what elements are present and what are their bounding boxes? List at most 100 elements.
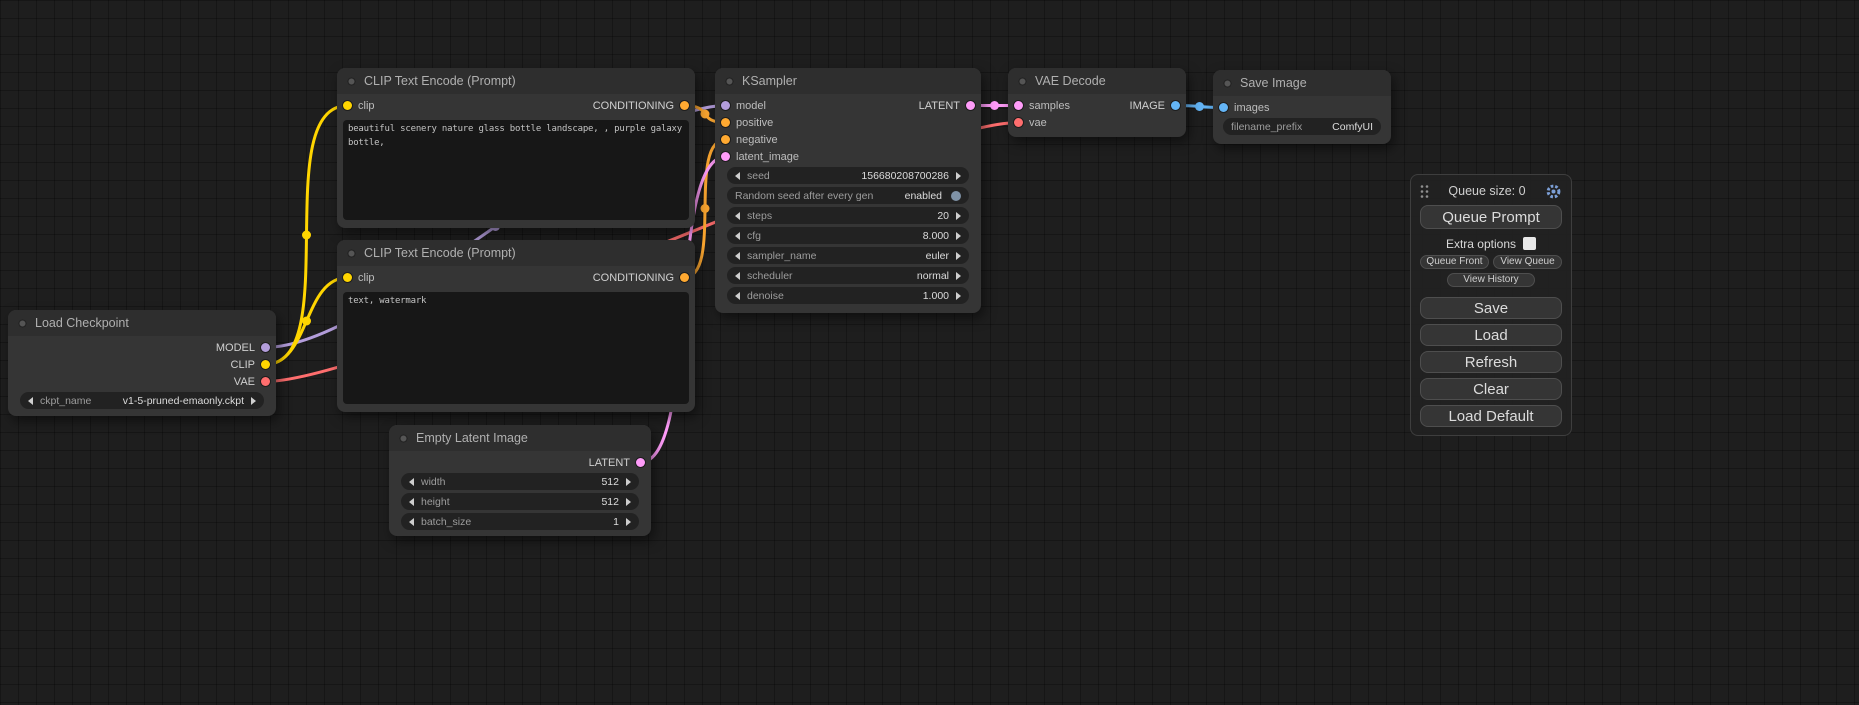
collapse-dot-icon[interactable] (725, 77, 734, 86)
negative-prompt-textarea[interactable]: text, watermark (343, 292, 689, 404)
queue-front-button[interactable]: Queue Front (1420, 255, 1489, 269)
widget-name: batch_size (421, 516, 471, 528)
widget-name: width (421, 476, 446, 488)
batch-size-widget[interactable]: batch_size 1 (401, 513, 639, 530)
output-port-latent[interactable] (966, 101, 975, 110)
view-history-button[interactable]: View History (1447, 273, 1535, 287)
node-title-bar[interactable]: Empty Latent Image (389, 425, 651, 451)
output-port-vae[interactable] (261, 377, 270, 386)
increment-arrow-icon[interactable] (626, 478, 631, 486)
cfg-widget[interactable]: cfg 8.000 (727, 227, 969, 244)
node-title-bar[interactable]: CLIP Text Encode (Prompt) (337, 240, 695, 266)
node-clip-text-encode-positive[interactable]: CLIP Text Encode (Prompt) clip CONDITION… (337, 68, 695, 228)
node-vae-decode[interactable]: VAE Decode samples IMAGE vae (1008, 68, 1186, 137)
node-title-bar[interactable]: VAE Decode (1008, 68, 1186, 94)
decrement-arrow-icon[interactable] (735, 212, 740, 220)
positive-prompt-textarea[interactable]: beautiful scenery nature glass bottle la… (343, 120, 689, 220)
prev-arrow-icon[interactable] (735, 252, 740, 260)
output-port-latent[interactable] (636, 458, 645, 467)
slot-row: LATENT (389, 454, 651, 471)
output-port-conditioning[interactable] (680, 101, 689, 110)
load-button[interactable]: Load (1420, 324, 1562, 346)
node-save-image[interactable]: Save Image images filename_prefix ComfyU… (1213, 70, 1391, 144)
node-title-bar[interactable]: KSampler (715, 68, 981, 94)
queue-prompt-button[interactable]: Queue Prompt (1420, 205, 1562, 229)
input-port-clip[interactable] (343, 101, 352, 110)
node-title-bar[interactable]: Save Image (1213, 70, 1391, 96)
input-port-positive[interactable] (721, 118, 730, 127)
settings-gear-icon[interactable] (1545, 183, 1562, 200)
node-load-checkpoint[interactable]: Load Checkpoint MODEL CLIP VAE (8, 310, 276, 416)
height-widget[interactable]: height 512 (401, 493, 639, 510)
clear-button[interactable]: Clear (1420, 378, 1562, 400)
random-seed-toggle-widget[interactable]: Random seed after every gen enabled (727, 187, 969, 204)
node-empty-latent-image[interactable]: Empty Latent Image LATENT width 512 heig… (389, 425, 651, 536)
filename-prefix-widget[interactable]: filename_prefix ComfyUI (1223, 118, 1381, 135)
output-port-conditioning[interactable] (680, 273, 689, 282)
input-port-model[interactable] (721, 101, 730, 110)
decrement-arrow-icon[interactable] (735, 172, 740, 180)
node-title: KSampler (742, 74, 797, 88)
seed-widget[interactable]: seed 156680208700286 (727, 167, 969, 184)
drag-handle-icon[interactable] (1420, 184, 1429, 199)
collapse-dot-icon[interactable] (347, 249, 356, 258)
widget-list: filename_prefix ComfyUI (1213, 118, 1391, 135)
output-port-clip[interactable] (261, 360, 270, 369)
save-button[interactable]: Save (1420, 297, 1562, 319)
scheduler-widget[interactable]: scheduler normal (727, 267, 969, 284)
workflow-actions: Save Load Refresh Clear Load Default (1420, 297, 1562, 427)
queue-size-label: Queue size: 0 (1434, 184, 1540, 198)
next-arrow-icon[interactable] (956, 252, 961, 260)
increment-arrow-icon[interactable] (956, 232, 961, 240)
graph-canvas[interactable]: Load Checkpoint MODEL CLIP VAE (0, 0, 1859, 705)
output-port-model[interactable] (261, 343, 270, 352)
collapse-dot-icon[interactable] (18, 319, 27, 328)
collapse-dot-icon[interactable] (1018, 77, 1027, 86)
widget-name: steps (747, 210, 772, 222)
input-port-samples[interactable] (1014, 101, 1023, 110)
ckpt-name-widget[interactable]: ckpt_name v1-5-pruned-emaonly.ckpt (20, 392, 264, 409)
widget-value: euler (926, 250, 949, 262)
next-arrow-icon[interactable] (956, 292, 961, 300)
decrement-arrow-icon[interactable] (735, 292, 740, 300)
node-title-bar[interactable]: Load Checkpoint (8, 310, 276, 336)
extra-options-checkbox[interactable] (1523, 237, 1536, 250)
node-title-bar[interactable]: CLIP Text Encode (Prompt) (337, 68, 695, 94)
decrement-arrow-icon[interactable] (409, 478, 414, 486)
decrement-arrow-icon[interactable] (409, 498, 414, 506)
collapse-dot-icon[interactable] (399, 434, 408, 443)
link-midpoint-dot (1195, 102, 1204, 111)
input-port-latent-image[interactable] (721, 152, 730, 161)
output-port-image[interactable] (1171, 101, 1180, 110)
decrement-arrow-icon[interactable] (735, 232, 740, 240)
refresh-button[interactable]: Refresh (1420, 351, 1562, 373)
widget-name: filename_prefix (1231, 121, 1302, 133)
denoise-widget[interactable]: denoise 1.000 (727, 287, 969, 304)
view-queue-button[interactable]: View Queue (1493, 255, 1562, 269)
node-clip-text-encode-negative[interactable]: CLIP Text Encode (Prompt) clip CONDITION… (337, 240, 695, 412)
input-port-clip[interactable] (343, 273, 352, 282)
prev-arrow-icon[interactable] (28, 397, 33, 405)
node-ksampler[interactable]: KSampler model LATENT positive (715, 68, 981, 313)
collapse-dot-icon[interactable] (347, 77, 356, 86)
load-default-button[interactable]: Load Default (1420, 405, 1562, 427)
input-port-images[interactable] (1219, 103, 1228, 112)
widget-name: sampler_name (747, 250, 816, 262)
steps-widget[interactable]: steps 20 (727, 207, 969, 224)
collapse-dot-icon[interactable] (1223, 79, 1232, 88)
increment-arrow-icon[interactable] (956, 212, 961, 220)
width-widget[interactable]: width 512 (401, 473, 639, 490)
input-port-negative[interactable] (721, 135, 730, 144)
next-arrow-icon[interactable] (956, 272, 961, 280)
sampler-name-widget[interactable]: sampler_name euler (727, 247, 969, 264)
link-midpoint-dot (302, 231, 311, 240)
increment-arrow-icon[interactable] (956, 172, 961, 180)
toggle-dot[interactable] (951, 191, 961, 201)
widget-name: height (421, 496, 450, 508)
input-port-vae[interactable] (1014, 118, 1023, 127)
decrement-arrow-icon[interactable] (409, 518, 414, 526)
prev-arrow-icon[interactable] (735, 272, 740, 280)
next-arrow-icon[interactable] (251, 397, 256, 405)
increment-arrow-icon[interactable] (626, 518, 631, 526)
increment-arrow-icon[interactable] (626, 498, 631, 506)
